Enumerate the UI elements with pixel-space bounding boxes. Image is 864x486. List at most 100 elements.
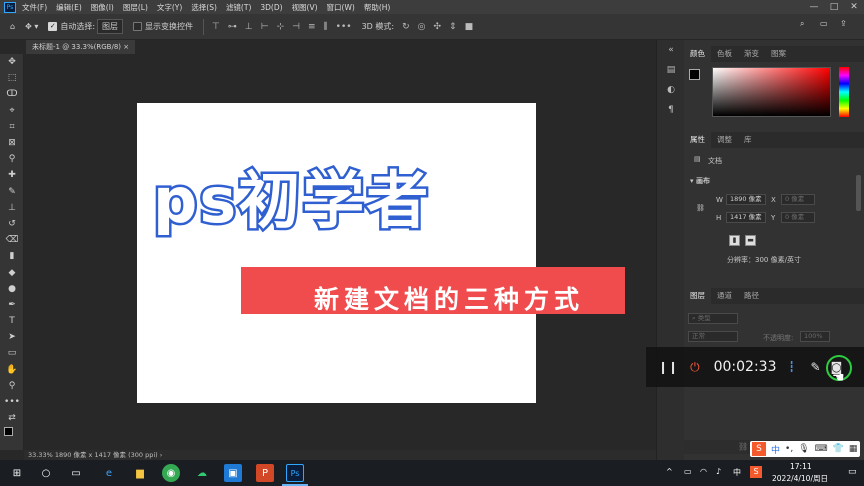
history-brush-tool-icon[interactable]: ↺ bbox=[0, 216, 24, 232]
close-tab-icon[interactable]: × bbox=[123, 43, 129, 51]
eraser-tool-icon[interactable]: ⌫ bbox=[0, 232, 24, 248]
tray-ime-indicator[interactable]: 中 bbox=[733, 467, 741, 478]
history-icon[interactable]: ▤ bbox=[657, 60, 685, 80]
color-swatches-icon[interactable] bbox=[0, 426, 24, 442]
tab-patterns[interactable]: 图案 bbox=[765, 46, 792, 62]
menu-layer[interactable]: 图层(L) bbox=[123, 2, 148, 13]
frame-tool-icon[interactable]: ⊠ bbox=[0, 135, 24, 151]
toolbox-icon[interactable]: ▦ bbox=[849, 444, 858, 454]
search-icon[interactable]: ○ bbox=[37, 464, 55, 482]
align-bottom-icon[interactable]: ⊥ bbox=[245, 22, 253, 32]
3d-rotate-icon[interactable]: ↻ bbox=[402, 22, 410, 32]
skin-icon[interactable]: 👕 bbox=[833, 444, 844, 454]
expand-panels-icon[interactable]: « bbox=[657, 40, 685, 60]
tab-paths[interactable]: 路径 bbox=[738, 288, 765, 304]
properties-scrollbar[interactable] bbox=[856, 175, 861, 211]
adjustments-icon[interactable]: ◐ bbox=[657, 80, 685, 100]
document-tab[interactable]: 未标题-1 @ 33.3%(RGB/8) × bbox=[26, 40, 136, 54]
wifi-icon[interactable]: ◠ bbox=[700, 467, 707, 476]
3d-roll-icon[interactable]: ◎ bbox=[418, 22, 426, 32]
type-tool-icon[interactable]: T bbox=[0, 313, 24, 329]
3d-scale-icon[interactable]: ■ bbox=[465, 22, 474, 32]
paragraph-icon[interactable]: ¶ bbox=[657, 100, 685, 120]
tray-chevron-icon[interactable]: ^ bbox=[666, 467, 673, 476]
file-explorer-icon[interactable]: ▆ bbox=[131, 464, 149, 482]
powerpoint-icon[interactable]: P bbox=[256, 464, 274, 482]
healing-tool-icon[interactable]: ✚ bbox=[0, 167, 24, 183]
microphone-icon[interactable]: 🎙 bbox=[798, 444, 809, 454]
opacity-field[interactable]: 100% bbox=[800, 331, 830, 342]
align-middle-icon[interactable]: ⊶ bbox=[228, 22, 237, 32]
portrait-orientation-icon[interactable]: ▮ bbox=[729, 235, 740, 246]
blend-mode-select[interactable]: 正常 bbox=[688, 331, 738, 342]
swap-colors-icon[interactable]: ⇄ bbox=[0, 410, 24, 426]
tab-layers[interactable]: 图层 bbox=[684, 288, 711, 304]
blur-tool-icon[interactable]: ◆ bbox=[0, 264, 24, 280]
menu-window[interactable]: 窗口(W) bbox=[327, 2, 355, 13]
show-transform-checkbox[interactable] bbox=[133, 22, 143, 31]
more-options-icon[interactable]: ••• bbox=[336, 22, 352, 32]
lasso-tool-icon[interactable]: ↀ bbox=[0, 86, 24, 102]
volume-icon[interactable]: ♪ bbox=[716, 467, 721, 476]
sogou-logo-icon[interactable]: S bbox=[752, 442, 766, 456]
brush-tool-icon[interactable]: ✎ bbox=[0, 184, 24, 200]
cloud-app-icon[interactable]: ☁ bbox=[193, 464, 211, 482]
menu-3d[interactable]: 3D(D) bbox=[260, 3, 282, 12]
menu-type[interactable]: 文字(Y) bbox=[157, 2, 182, 13]
photoshop-logo-icon[interactable]: Ps bbox=[4, 1, 16, 13]
search-icon[interactable]: ⌕ bbox=[800, 19, 804, 29]
x-field[interactable]: 0 像素 bbox=[781, 194, 815, 205]
zoom-tool-icon[interactable]: ⚲ bbox=[0, 378, 24, 394]
menu-filter[interactable]: 滤镜(T) bbox=[226, 2, 251, 13]
canvas-section-label[interactable]: ▾ 画布 bbox=[690, 176, 710, 186]
color-picker-field[interactable] bbox=[712, 67, 831, 117]
quick-select-tool-icon[interactable]: ⌖ bbox=[0, 103, 24, 119]
home-icon[interactable]: ⌂ bbox=[10, 22, 15, 31]
align-left-icon[interactable]: ⊢ bbox=[261, 22, 269, 32]
distribute-h-icon[interactable]: ⫼ bbox=[324, 22, 328, 32]
stop-recording-icon[interactable]: ⏻ bbox=[690, 360, 700, 375]
tab-channels[interactable]: 通道 bbox=[711, 288, 738, 304]
hand-tool-icon[interactable]: ✋ bbox=[0, 362, 24, 378]
clock-time[interactable]: 17:11 bbox=[790, 462, 812, 471]
task-view-icon[interactable]: ▭ bbox=[67, 464, 85, 482]
auto-select-dropdown[interactable]: 图层 bbox=[97, 19, 124, 34]
3d-pan-icon[interactable]: ✣ bbox=[434, 22, 442, 32]
layer-filter-field[interactable]: ⌕ 类型 bbox=[688, 313, 738, 324]
document-canvas[interactable] bbox=[137, 103, 536, 403]
tab-libraries[interactable]: 库 bbox=[738, 132, 758, 148]
crop-tool-icon[interactable]: ⌗ bbox=[0, 119, 24, 135]
close-button[interactable]: ✕ bbox=[844, 0, 864, 14]
menu-edit[interactable]: 编辑(E) bbox=[56, 2, 82, 13]
clock-date[interactable]: 2022/4/10/周日 bbox=[772, 473, 828, 484]
rectangle-tool-icon[interactable]: ▭ bbox=[0, 345, 24, 361]
tab-properties[interactable]: 属性 bbox=[684, 132, 711, 148]
pause-icon[interactable]: ❙❙ bbox=[658, 360, 678, 374]
share-icon[interactable]: ⇪ bbox=[840, 19, 847, 28]
keyboard-icon[interactable]: ⌨ bbox=[815, 444, 828, 454]
link-icon[interactable]: ⛓ bbox=[696, 204, 705, 212]
align-top-icon[interactable]: ⊤ bbox=[212, 22, 220, 32]
tab-gradients[interactable]: 渐变 bbox=[738, 46, 765, 62]
maximize-button[interactable]: □ bbox=[824, 0, 844, 14]
foreground-color-swatch[interactable] bbox=[689, 69, 700, 80]
tab-color[interactable]: 颜色 bbox=[684, 46, 711, 62]
ime-mode[interactable]: 中 bbox=[771, 443, 780, 456]
windows-start-icon[interactable]: ⊞ bbox=[8, 464, 26, 482]
pen-tool-icon[interactable]: ✒ bbox=[0, 297, 24, 313]
workspace-icon[interactable]: ▭ bbox=[820, 19, 828, 28]
auto-select-checkbox[interactable]: ✓ bbox=[48, 22, 58, 31]
tab-swatches[interactable]: 色板 bbox=[711, 46, 738, 62]
width-field[interactable]: 1890 像素 bbox=[726, 194, 766, 205]
menu-select[interactable]: 选择(S) bbox=[191, 2, 217, 13]
path-select-tool-icon[interactable]: ➤ bbox=[0, 329, 24, 345]
more-tools-icon[interactable]: ••• bbox=[0, 394, 24, 410]
pen-annotate-icon[interactable]: ✎ bbox=[811, 360, 821, 374]
menu-file[interactable]: 文件(F) bbox=[22, 2, 47, 13]
network-icon[interactable]: ▭ bbox=[684, 467, 692, 476]
y-field[interactable]: 0 像素 bbox=[781, 212, 815, 223]
edge-browser-icon[interactable]: e bbox=[100, 464, 118, 482]
browser-icon[interactable]: ◉ bbox=[162, 464, 180, 482]
align-right-icon[interactable]: ⊣ bbox=[292, 22, 300, 32]
gradient-tool-icon[interactable]: ▮ bbox=[0, 248, 24, 264]
